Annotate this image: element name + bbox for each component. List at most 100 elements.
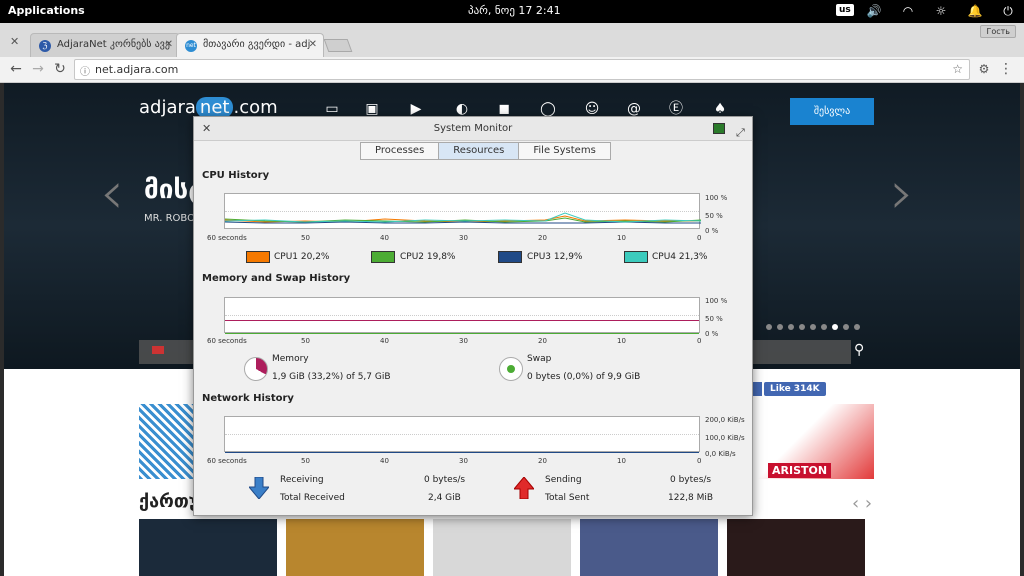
- cpu1-color-button[interactable]: [246, 251, 270, 263]
- facebook-like-button[interactable]: Like 314K: [764, 382, 826, 396]
- cpu1-label: CPU1 20,2%: [274, 252, 330, 262]
- close-tab-icon[interactable]: ✕: [165, 39, 173, 50]
- login-button[interactable]: შესვლა: [790, 98, 874, 125]
- movie-thumbnail[interactable]: [139, 519, 277, 576]
- info-icon[interactable]: ⓘ: [80, 63, 90, 78]
- cpu2-color-button[interactable]: [371, 251, 395, 263]
- tab-title: მთავარი გვერდი - adj: [203, 39, 311, 50]
- movie-thumbnail[interactable]: [286, 519, 424, 576]
- close-window-icon[interactable]: ✕: [202, 117, 211, 141]
- window-title: System Monitor: [433, 123, 513, 134]
- url-text: net.adjara.com: [95, 63, 179, 76]
- network-y-label: 0,0 KiB/s: [705, 450, 736, 458]
- tab-favicon-icon: net: [185, 40, 197, 52]
- memory-pie-icon[interactable]: [244, 357, 268, 381]
- receiving-label: Receiving: [280, 475, 324, 485]
- guest-profile-badge[interactable]: Гость: [980, 25, 1016, 38]
- cpu-x-label: 10: [617, 234, 626, 242]
- cpu-graph: [224, 193, 701, 229]
- cpu-x-label: 60 seconds: [207, 234, 247, 242]
- close-window-icon[interactable]: ✕: [10, 35, 19, 48]
- clock[interactable]: პარ, ნოე 17 2:41: [468, 4, 561, 17]
- swap-line: [225, 333, 699, 334]
- network-x-label: 10: [617, 457, 626, 465]
- browser-chrome: ✕ ℨ AdjaraNet კორნებს ავე ✕ net მთავარი …: [0, 23, 1024, 83]
- carousel-dots[interactable]: [766, 320, 865, 333]
- memory-history-heading: Memory and Swap History: [202, 273, 351, 284]
- movie-thumbnail[interactable]: [580, 519, 718, 576]
- sending-value: 0 bytes/s: [670, 475, 712, 485]
- site-logo[interactable]: adjara net .com: [139, 97, 278, 118]
- language-flag-icon[interactable]: [152, 346, 164, 354]
- memory-x-label: 0: [697, 337, 702, 345]
- receiving-arrow-icon[interactable]: [249, 477, 269, 499]
- browser-toolbar: ← → ↻ ⓘ net.adjara.com ☆ ⚙ ⋮: [0, 57, 1024, 83]
- back-arrow-icon[interactable]: ←: [8, 61, 24, 77]
- tab-processes[interactable]: Processes: [360, 142, 440, 160]
- reload-icon[interactable]: ↻: [52, 61, 68, 77]
- memory-value: 1,9 GiB (33,2%) of 5,7 GiB: [272, 372, 391, 382]
- cpu-x-label: 20: [538, 234, 547, 242]
- network-graph: [224, 416, 700, 453]
- cpu-x-label: 40: [380, 234, 389, 242]
- volume-icon[interactable]: 🔊: [866, 3, 882, 19]
- bookmark-star-icon[interactable]: ☆: [952, 62, 963, 76]
- memory-x-label: 60 seconds: [207, 337, 247, 345]
- movie-thumbnail[interactable]: [727, 519, 865, 576]
- logo-prefix: adjara: [139, 97, 196, 118]
- memory-line: [225, 320, 699, 321]
- tab-resources[interactable]: Resources: [438, 142, 520, 160]
- keyboard-layout-indicator[interactable]: us: [836, 4, 854, 16]
- browser-tab-active[interactable]: net მთავარი გვერდი - adj ✕: [176, 33, 324, 58]
- memory-x-label: 30: [459, 337, 468, 345]
- new-tab-button[interactable]: [323, 39, 353, 52]
- applications-menu[interactable]: Applications: [8, 4, 85, 17]
- tab-file-systems[interactable]: File Systems: [518, 142, 611, 160]
- network-x-label: 0: [697, 457, 702, 465]
- tab-strip: ✕ ℨ AdjaraNet კორნებს ავე ✕ net მთავარი …: [0, 23, 1024, 58]
- cpu-lines: [225, 212, 701, 224]
- cpu-x-label: 0: [697, 234, 702, 242]
- cpu3-color-button[interactable]: [498, 251, 522, 263]
- window-titlebar[interactable]: ✕ System Monitor ⤢: [194, 117, 752, 141]
- cpu4-color-button[interactable]: [624, 251, 648, 263]
- browser-tab[interactable]: ℨ AdjaraNet კორნებს ავე ✕: [30, 33, 180, 58]
- hero-next-arrow-icon[interactable]: ›: [890, 158, 914, 228]
- forward-arrow-icon[interactable]: →: [30, 61, 46, 77]
- memory-x-label: 50: [301, 337, 310, 345]
- address-bar[interactable]: ⓘ net.adjara.com ☆: [74, 59, 970, 80]
- menu-dots-icon[interactable]: ⋮: [998, 61, 1014, 77]
- swap-pie-icon[interactable]: [499, 357, 523, 381]
- movie-thumbnail[interactable]: [433, 519, 571, 576]
- hero-prev-arrow-icon[interactable]: ‹: [100, 158, 124, 228]
- network-x-label: 20: [538, 457, 547, 465]
- section-title: ქართუ: [139, 491, 200, 512]
- close-tab-icon[interactable]: ✕: [309, 39, 317, 50]
- cpu-y-label: 0 %: [705, 227, 719, 235]
- tab-title: AdjaraNet კორნებს ავე: [57, 39, 170, 50]
- power-icon[interactable]: ⏻: [1000, 3, 1016, 19]
- memory-x-label: 20: [538, 337, 547, 345]
- search-icon[interactable]: ⚲: [854, 342, 864, 358]
- network-line: [225, 452, 699, 453]
- cpu4-label: CPU4 21,3%: [652, 252, 708, 262]
- network-y-label: 100,0 KiB/s: [705, 434, 745, 442]
- memory-y-label: 0 %: [705, 330, 719, 338]
- memory-x-label: 10: [617, 337, 626, 345]
- maximize-icon[interactable]: ⤢: [736, 121, 745, 145]
- wifi-icon[interactable]: ◠: [900, 3, 916, 19]
- tab-favicon-icon: ℨ: [39, 40, 51, 52]
- sending-arrow-icon[interactable]: [514, 477, 534, 499]
- network-x-label: 40: [380, 457, 389, 465]
- cpu3-label: CPU3 12,9%: [527, 252, 583, 262]
- section-nav-arrows-icon[interactable]: ‹ ›: [852, 493, 872, 514]
- cpu-y-label: 100 %: [705, 194, 728, 202]
- swap-value: 0 bytes (0,0%) of 9,9 GiB: [527, 372, 641, 382]
- network-history-heading: Network History: [202, 393, 294, 404]
- brightness-icon[interactable]: ☼: [933, 3, 949, 19]
- notifications-bell-icon[interactable]: 🔔: [967, 3, 983, 19]
- ad-banner-left[interactable]: [139, 404, 197, 479]
- extension-icon[interactable]: ⚙: [976, 61, 992, 77]
- total-received-value: 2,4 GiB: [428, 493, 461, 503]
- memory-graph: [224, 297, 700, 334]
